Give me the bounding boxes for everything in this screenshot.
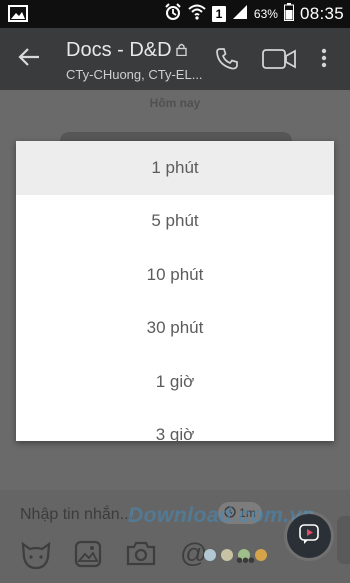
- more-tools-icon[interactable]: •••: [236, 550, 255, 573]
- dot: [221, 549, 233, 561]
- status-icons: 1 63% 08:35: [164, 2, 344, 26]
- chat-title-block[interactable]: Docs - D&D CTy-CHuong, CTy-EL...: [66, 38, 206, 82]
- battery-icon: [283, 2, 294, 26]
- battery-percent: 63%: [253, 7, 278, 21]
- self-destruct-timer-dialog: 1 phút 5 phút 10 phút 30 phút 1 giờ 3 gi…: [16, 141, 334, 441]
- phone-call-icon[interactable]: [215, 47, 239, 76]
- timer-option-5-minutes[interactable]: 5 phút: [16, 195, 334, 249]
- dot: [204, 549, 216, 561]
- gallery-notification-icon: [8, 5, 28, 27]
- side-handle[interactable]: [337, 516, 350, 564]
- photo-icon[interactable]: [74, 540, 102, 573]
- chat-members-subtitle: CTy-CHuong, CTy-EL...: [66, 67, 203, 82]
- video-call-icon[interactable]: [262, 49, 296, 74]
- floating-action-button[interactable]: [287, 514, 331, 558]
- more-options-icon[interactable]: [321, 48, 327, 73]
- timer-option-1-hour[interactable]: 1 giờ: [16, 355, 334, 409]
- alarm-icon: [164, 2, 182, 26]
- sim-slot-badge: 1: [211, 6, 226, 22]
- timer-option-10-minutes[interactable]: 10 phút: [16, 248, 334, 302]
- timer-option-30-minutes[interactable]: 30 phút: [16, 302, 334, 356]
- chat-header: Docs - D&D CTy-CHuong, CTy-EL...: [0, 28, 350, 90]
- sticker-cat-icon[interactable]: [20, 540, 52, 575]
- date-separator: Hôm nay: [149, 96, 201, 110]
- lock-icon: [175, 38, 187, 62]
- message-input[interactable]: Nhập tin nhắn...: [20, 506, 133, 524]
- chat-title: Docs - D&D: [66, 38, 206, 62]
- back-arrow-icon[interactable]: [18, 47, 40, 72]
- play-chat-icon: [298, 523, 320, 550]
- camera-icon[interactable]: [126, 540, 156, 571]
- watermark: Download.com.vn: [128, 504, 316, 527]
- wifi-icon: [188, 4, 206, 25]
- dot: [255, 549, 267, 561]
- status-time: 08:35: [299, 4, 344, 23]
- timer-option-1-minute[interactable]: 1 phút: [16, 141, 334, 195]
- chat-title-text: Docs - D&D: [66, 39, 172, 61]
- timer-option-3-hours[interactable]: 3 giờ: [16, 409, 334, 441]
- status-bar: 1 63% 08:35: [0, 0, 350, 28]
- signal-icon: [232, 4, 248, 25]
